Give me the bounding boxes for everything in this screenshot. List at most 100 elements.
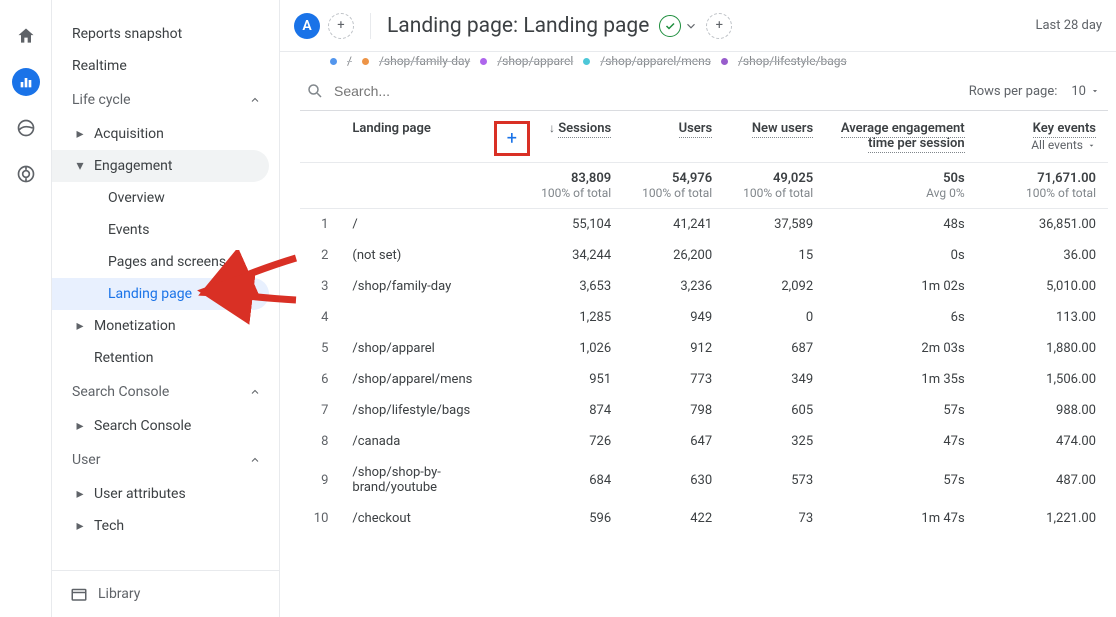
cell-landing-page: /shop/family-day [340,271,522,302]
cell-landing-page: /canada [340,426,522,457]
home-icon[interactable] [12,22,40,50]
cell-landing-page: (not set) [340,240,522,271]
advertising-icon[interactable] [12,160,40,188]
reports-icon[interactable] [12,68,40,96]
chevron-down-icon[interactable] [684,19,698,33]
plus-icon: + [507,128,517,149]
chevron-up-icon [247,454,263,466]
row-index: 5 [300,333,340,364]
library-icon [70,585,88,603]
row-index: 2 [300,240,340,271]
cell-new-users: 2,092 [724,271,825,302]
cell-avg: 48s [825,209,977,241]
cell-users: 912 [623,333,724,364]
data-table: Landing page + ↓ Sessions Users New user… [300,111,1108,534]
table-row[interactable]: 10 /checkout 596 422 73 1m 47s 1,221.00 [300,503,1108,534]
sidebar-item-user-attributes[interactable]: ▸ User attributes [52,478,279,510]
table-row[interactable]: 5 /shop/apparel 1,026 912 687 2m 03s 1,8… [300,333,1108,364]
table-row[interactable]: 8 /canada 726 647 325 47s 474.00 [300,426,1108,457]
col-new-users[interactable]: New users [724,111,825,163]
table-row[interactable]: 3 /shop/family-day 3,653 3,236 2,092 1m … [300,271,1108,302]
col-key-events[interactable]: Key events All events [977,111,1108,163]
add-button[interactable]: + [706,13,732,39]
cell-sessions: 1,026 [522,333,623,364]
summary-users: 54,976100% of total [623,163,724,209]
sidebar-item-landing-page[interactable]: Landing page [52,278,269,310]
account-badge[interactable]: A [294,13,320,39]
sidebar-item-pages-screens[interactable]: Pages and screens [52,246,279,278]
sidebar-library[interactable]: Library [52,570,279,617]
row-index: 4 [300,302,340,333]
cell-avg: 0s [825,240,977,271]
sidebar-section-user[interactable]: User [52,442,279,478]
sidebar-item-engagement[interactable]: ▾ Engagement [52,150,269,182]
left-icon-rail [0,0,52,617]
sidebar-realtime[interactable]: Realtime [52,50,279,82]
table-row[interactable]: 7 /shop/lifestyle/bags 874 798 605 57s 9… [300,395,1108,426]
cell-new-users: 325 [724,426,825,457]
cell-users: 630 [623,457,724,503]
legend-dot [721,58,728,65]
summary-row: 83,809100% of total 54,976100% of total … [300,163,1108,209]
col-avg-engagement[interactable]: Average engagement time per session [825,111,977,163]
cell-avg: 57s [825,457,977,503]
sidebar-item-overview[interactable]: Overview [52,182,279,214]
table-row[interactable]: 6 /shop/apparel/mens 951 773 349 1m 35s … [300,364,1108,395]
col-sessions[interactable]: ↓ Sessions [522,111,623,163]
check-circle-icon[interactable] [659,15,681,37]
summary-avg: 50sAvg 0% [825,163,977,209]
sidebar-item-search-console[interactable]: ▸ Search Console [52,410,279,442]
cell-key: 1,880.00 [977,333,1108,364]
key-events-filter[interactable]: All events [989,138,1096,152]
cell-new-users: 605 [724,395,825,426]
add-dimension-button[interactable]: + [494,121,530,156]
sidebar-item-events[interactable]: Events [52,214,279,246]
divider [370,13,371,39]
cell-landing-page: /shop/apparel [340,333,522,364]
cell-new-users: 15 [724,240,825,271]
rows-per-page-select[interactable]: 10 [1071,84,1100,99]
cell-key: 474.00 [977,426,1108,457]
cell-avg: 57s [825,395,977,426]
search-icon [306,82,324,100]
table-row[interactable]: 4 1,285 949 0 6s 113.00 [300,302,1108,333]
table-row[interactable]: 1 / 55,104 41,241 37,589 48s 36,851.00 [300,209,1108,241]
rows-per-page-label: Rows per page: [969,84,1058,99]
sidebar-item-tech[interactable]: ▸ Tech [52,510,279,542]
cell-sessions: 34,244 [522,240,623,271]
cell-avg: 47s [825,426,977,457]
table-row[interactable]: 2 (not set) 34,244 26,200 15 0s 36.00 [300,240,1108,271]
sidebar-item-retention[interactable]: Retention [52,342,279,374]
sidebar-item-acquisition[interactable]: ▸ Acquisition [52,118,279,150]
cell-avg: 1m 47s [825,503,977,534]
col-landing-page[interactable]: Landing page [340,111,481,163]
main-content: A + Landing page: Landing page + Last 28… [280,0,1116,617]
cell-sessions: 726 [522,426,623,457]
col-users[interactable]: Users [623,111,724,163]
sidebar-section-search-console[interactable]: Search Console [52,374,279,410]
summary-new-users: 49,025100% of total [724,163,825,209]
cell-avg: 1m 02s [825,271,977,302]
table-search[interactable] [300,82,534,100]
cell-new-users: 0 [724,302,825,333]
sidebar-reports-snapshot[interactable]: Reports snapshot [52,18,279,50]
cell-sessions: 684 [522,457,623,503]
search-input[interactable] [334,83,534,99]
arrow-down-icon: ↓ [549,121,555,135]
table-row[interactable]: 9 /shop/shop-by-brand/youtube 684 630 57… [300,457,1108,503]
cell-landing-page: /shop/lifestyle/bags [340,395,522,426]
cell-new-users: 687 [724,333,825,364]
add-comparison-button[interactable]: + [328,13,354,39]
explore-icon[interactable] [12,114,40,142]
legend-dot [330,58,337,65]
sidebar-section-lifecycle[interactable]: Life cycle [52,82,279,118]
sidebar-item-monetization[interactable]: ▸ Monetization [52,310,279,342]
chart-legend: //shop/family-day/shop/apparel/shop/appa… [300,52,1108,72]
cell-users: 798 [623,395,724,426]
row-index: 1 [300,209,340,241]
date-range[interactable]: Last 28 day [1035,18,1102,33]
sidebar-section-label: Life cycle [72,92,131,108]
caret-right-icon: ▸ [72,318,88,334]
cell-sessions: 596 [522,503,623,534]
summary-key: 71,671.00100% of total [977,163,1108,209]
